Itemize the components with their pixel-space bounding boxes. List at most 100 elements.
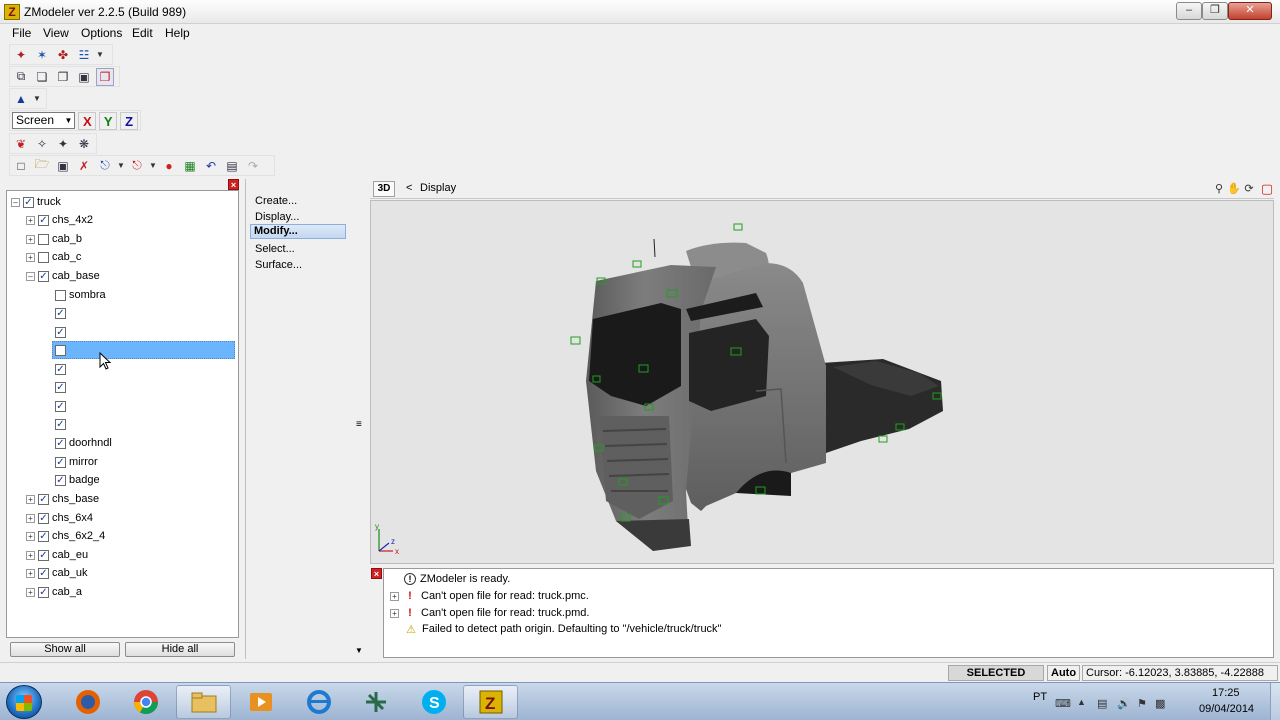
- zoom-icon[interactable]: ⚲: [1212, 182, 1226, 196]
- render-mode-icon[interactable]: ▲: [12, 90, 30, 108]
- tree-node[interactable]: ✓ mirror: [55, 453, 98, 471]
- auto-status[interactable]: Auto: [1047, 665, 1080, 681]
- record-icon[interactable]: ●: [160, 157, 178, 175]
- expand-icon[interactable]: +: [26, 494, 35, 504]
- visibility-checkbox[interactable]: [55, 289, 66, 301]
- command-surface[interactable]: Surface...: [255, 259, 302, 271]
- command-create[interactable]: Create...: [255, 195, 297, 207]
- show-all-button[interactable]: Show all: [10, 642, 120, 657]
- menu-view[interactable]: View: [43, 26, 69, 40]
- visibility-checkbox[interactable]: ✓: [38, 586, 49, 598]
- expand-icon[interactable]: +: [390, 591, 399, 601]
- coord-system-select[interactable]: Screen ▼: [12, 112, 76, 129]
- axis-z-toggle[interactable]: Z: [120, 111, 138, 130]
- visibility-checkbox[interactable]: ✓: [55, 456, 66, 468]
- tree-node[interactable]: ✓: [55, 397, 66, 415]
- visibility-checkbox[interactable]: [38, 251, 49, 263]
- command-modify[interactable]: Modify...: [250, 224, 346, 239]
- viewport-back-button[interactable]: <: [406, 182, 412, 194]
- maximize-viewport-icon[interactable]: ▢: [1260, 182, 1274, 196]
- tree-node[interactable]: – ✓ cab_base: [26, 267, 100, 285]
- tree-node[interactable]: + ✓ cab_a: [26, 583, 82, 601]
- tree-node[interactable]: ✓: [55, 415, 66, 433]
- scale-icon[interactable]: ❋: [75, 135, 93, 153]
- rotate-view-icon[interactable]: ⟳: [1242, 182, 1256, 196]
- menu-help[interactable]: Help: [165, 26, 190, 40]
- tree-node[interactable]: + ✓ chs_4x2: [26, 211, 93, 229]
- volume-icon[interactable]: 🔊: [1117, 697, 1131, 710]
- visibility-checkbox[interactable]: ✓: [55, 418, 66, 430]
- command-select[interactable]: Select...: [255, 243, 295, 255]
- internet-explorer-icon[interactable]: [291, 685, 346, 719]
- system-tray-icon[interactable]: ▩: [1155, 697, 1165, 710]
- menu-options[interactable]: Options: [81, 26, 122, 40]
- visibility-checkbox[interactable]: ✓: [55, 400, 66, 412]
- chevron-down-icon[interactable]: ▼: [33, 94, 41, 103]
- tree-node[interactable]: ✓: [55, 378, 66, 396]
- tree-node-truck[interactable]: – ✓ truck: [11, 193, 61, 211]
- magnet-icon[interactable]: ❦: [12, 135, 30, 153]
- chevron-down-icon[interactable]: ▼: [149, 161, 157, 170]
- visibility-checkbox[interactable]: ✓: [38, 493, 49, 505]
- tree-node-selected[interactable]: [55, 341, 66, 359]
- visibility-checkbox[interactable]: ✓: [55, 437, 66, 449]
- close-icon[interactable]: ×: [371, 568, 382, 579]
- collapse-icon[interactable]: –: [26, 271, 35, 281]
- chrome-icon[interactable]: [118, 685, 173, 719]
- show-hidden-icons-icon[interactable]: ▲: [1077, 697, 1086, 707]
- select-figure-icon[interactable]: ✤: [54, 46, 72, 64]
- media-player-icon[interactable]: [233, 685, 288, 719]
- select-group-icon[interactable]: ☳: [75, 46, 93, 64]
- tree-node[interactable]: ✓ badge: [55, 471, 100, 489]
- undo-icon[interactable]: ↶: [202, 157, 220, 175]
- selected-mode-icon[interactable]: ❐: [96, 67, 114, 86]
- log-entry[interactable]: + ! Can't open file for read: truck.pmc.: [390, 588, 589, 604]
- visibility-checkbox[interactable]: ✓: [38, 530, 49, 542]
- visibility-checkbox[interactable]: ✓: [55, 307, 66, 319]
- expand-icon[interactable]: +: [26, 531, 35, 541]
- tree-node[interactable]: + ✓ chs_6x4: [26, 509, 93, 527]
- open-folder-icon[interactable]: 🗁: [33, 157, 51, 175]
- visibility-checkbox[interactable]: ✓: [38, 270, 49, 282]
- menu-edit[interactable]: Edit: [132, 26, 153, 40]
- delete-icon[interactable]: ✗: [75, 157, 93, 175]
- expand-icon[interactable]: +: [390, 608, 399, 618]
- visibility-checkbox[interactable]: ✓: [38, 567, 49, 579]
- zmodeler-app-icon[interactable]: Z: [4, 4, 20, 20]
- new-file-icon[interactable]: □: [12, 157, 30, 175]
- visibility-checkbox[interactable]: ✓: [55, 326, 66, 338]
- restore-button[interactable]: ❐: [1202, 2, 1228, 20]
- chevron-down-icon[interactable]: ▼: [117, 161, 125, 170]
- scroll-down-icon[interactable]: ▼: [355, 646, 363, 655]
- expand-icon[interactable]: +: [26, 513, 35, 523]
- visibility-checkbox[interactable]: ✓: [38, 512, 49, 524]
- tree-node[interactable]: + ✓ chs_base: [26, 490, 99, 508]
- clock-time[interactable]: 17:25: [1212, 687, 1240, 699]
- visibility-checkbox[interactable]: ✓: [23, 196, 34, 208]
- export-icon[interactable]: ⎋: [128, 157, 146, 175]
- expand-icon[interactable]: +: [26, 234, 35, 244]
- redo-icon[interactable]: ↷: [244, 157, 262, 175]
- visibility-checkbox[interactable]: ✓: [38, 549, 49, 561]
- start-button[interactable]: [6, 685, 42, 719]
- expand-icon[interactable]: +: [26, 550, 35, 560]
- explorer-folder-icon[interactable]: [176, 685, 231, 719]
- action-center-flag-icon[interactable]: ⚑: [1137, 697, 1147, 710]
- network-app-icon[interactable]: [348, 685, 403, 719]
- tree-node[interactable]: + ✓ cab_uk: [26, 564, 87, 582]
- tree-node[interactable]: + ✓ cab_eu: [26, 546, 88, 564]
- select-tool-icon[interactable]: ✶: [33, 46, 51, 64]
- materials-icon[interactable]: ▦: [181, 157, 199, 175]
- tree-node[interactable]: + cab_b: [26, 230, 82, 248]
- move-icon[interactable]: ✧: [33, 135, 51, 153]
- close-button[interactable]: ✕: [1228, 2, 1272, 20]
- menu-file[interactable]: File: [12, 26, 31, 40]
- skype-icon[interactable]: S: [406, 685, 461, 719]
- tree-node[interactable]: sombra: [55, 286, 106, 304]
- tree-node[interactable]: + cab_c: [26, 248, 81, 266]
- object-mode-icon[interactable]: ▣: [75, 68, 93, 86]
- expand-icon[interactable]: +: [26, 252, 35, 262]
- clock-date[interactable]: 09/04/2014: [1199, 703, 1254, 715]
- visibility-checkbox[interactable]: [38, 233, 49, 245]
- network-icon[interactable]: ▤: [1097, 697, 1107, 710]
